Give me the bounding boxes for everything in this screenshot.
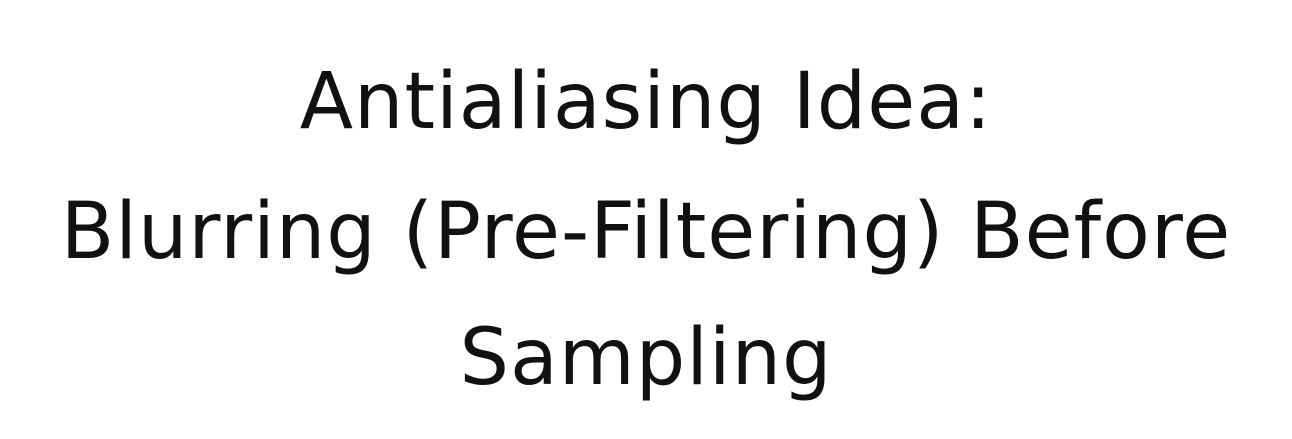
slide: Antialiasing Idea: Blurring (Pre-Filteri…	[0, 0, 1292, 439]
slide-title-line-2: Blurring (Pre-Filtering) Before	[60, 187, 1232, 277]
slide-title-line-1: Antialiasing Idea:	[299, 57, 993, 147]
slide-title-line-3: Sampling	[459, 313, 833, 403]
